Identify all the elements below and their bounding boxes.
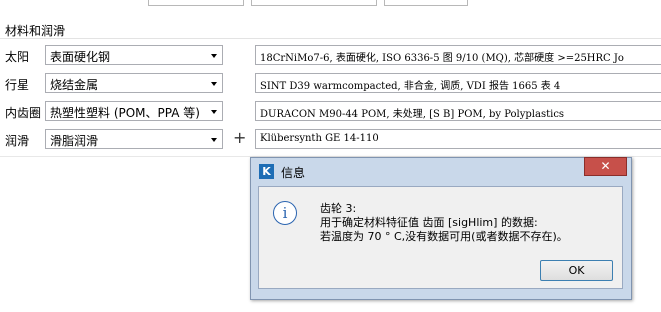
message-line-3: 若温度为 70 ° C,没有数据可用(或者数据不存在)。 xyxy=(320,230,568,243)
planet-material-type-select[interactable]: 烧结金属 xyxy=(45,73,223,93)
ok-button[interactable]: OK xyxy=(540,260,613,281)
select-value: 滑脂润滑 xyxy=(50,134,99,148)
close-icon[interactable]: ✕ xyxy=(584,157,627,176)
lubricant-spec-field[interactable]: Klübersynth GE 14-110 xyxy=(255,129,661,149)
info-icon: i xyxy=(273,201,297,225)
select-value: 烧结金属 xyxy=(50,78,99,92)
ring-gear-material-type-select[interactable]: 热塑性塑料 (POM、PPA 等) xyxy=(45,101,223,121)
app-logo-icon: K xyxy=(259,164,274,179)
add-lubricant-button[interactable]: + xyxy=(233,128,246,148)
row-label-sun: 太阳 xyxy=(5,50,30,64)
row-label-lubrication: 润滑 xyxy=(5,134,30,148)
chevron-down-icon xyxy=(211,82,217,86)
select-value: 表面硬化钢 xyxy=(50,50,111,64)
ring-gear-material-spec-field[interactable]: DURACON M90-44 POM, 未处理, [S B] POM, by P… xyxy=(255,101,661,121)
lubrication-type-select[interactable]: 滑脂润滑 xyxy=(45,129,223,149)
field-value: DURACON M90-44 POM, 未处理, [S B] POM, by P… xyxy=(260,109,565,120)
chevron-down-icon xyxy=(211,138,217,142)
top-field-3[interactable] xyxy=(384,0,468,6)
dialog-title: 信息 xyxy=(281,166,306,180)
sun-material-type-select[interactable]: 表面硬化钢 xyxy=(45,45,223,65)
section-title: 材料和润滑 xyxy=(5,24,66,38)
section-divider xyxy=(0,38,661,39)
top-field-1[interactable] xyxy=(148,0,244,6)
chevron-down-icon xyxy=(211,54,217,58)
dialog-body: i 齿轮 3: 用于确定材料特征值 齿面 [sigHlim] 的数据: 若温度为… xyxy=(258,186,623,289)
field-value: Klübersynth GE 14-110 xyxy=(260,133,379,144)
chevron-down-icon xyxy=(211,110,217,114)
field-value: 18CrNiMo7-6, 表面硬化, ISO 6336-5 图 9/10 (MQ… xyxy=(260,53,624,64)
sun-material-spec-field[interactable]: 18CrNiMo7-6, 表面硬化, ISO 6336-5 图 9/10 (MQ… xyxy=(255,45,661,65)
field-value: SINT D39 warmcompacted, 非合金, 调质, VDI 报告 … xyxy=(260,81,561,92)
top-field-2[interactable] xyxy=(251,0,377,6)
select-value: 热塑性塑料 (POM、PPA 等) xyxy=(50,106,200,120)
planet-material-spec-field[interactable]: SINT D39 warmcompacted, 非合金, 调质, VDI 报告 … xyxy=(255,73,661,93)
row-label-planet: 行星 xyxy=(5,78,30,92)
info-dialog: K 信息 ✕ i 齿轮 3: 用于确定材料特征值 齿面 [sigHlim] 的数… xyxy=(250,157,632,300)
row-label-ring-gear: 内齿圈 xyxy=(5,106,42,120)
